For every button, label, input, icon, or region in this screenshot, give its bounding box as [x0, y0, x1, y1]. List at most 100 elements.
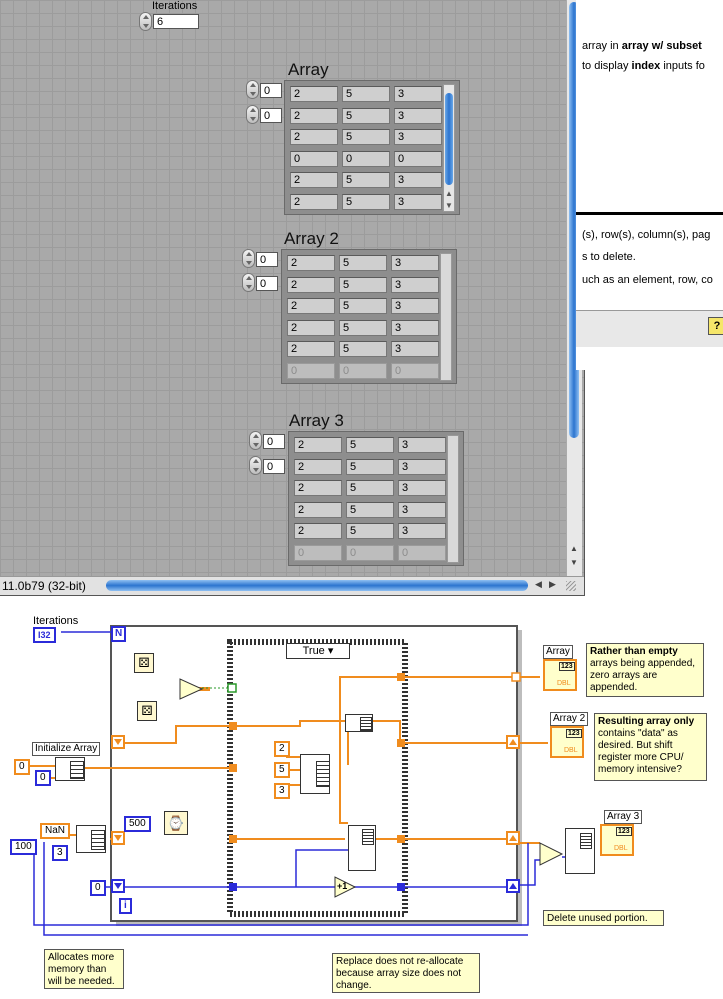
random-number-icon[interactable]: ⚄ [134, 653, 154, 673]
array-cell[interactable]: 2 [290, 129, 338, 145]
array-cell[interactable]: 3 [398, 458, 446, 475]
init-element-constant[interactable]: 0 [14, 759, 30, 775]
array-cell[interactable]: 2 [287, 298, 335, 314]
iterations-input[interactable]: 6 [153, 14, 199, 29]
array-cell[interactable]: 5 [339, 341, 387, 357]
array-cell[interactable]: 3 [394, 172, 442, 188]
array-cell[interactable]: 5 [339, 319, 387, 336]
array-cell[interactable]: 5 [342, 172, 390, 188]
array-cell[interactable]: 5 [342, 193, 390, 210]
array-cell[interactable]: 2 [287, 341, 335, 357]
array-cell[interactable]: 5 [342, 86, 390, 102]
array-index0-stepper[interactable] [246, 80, 259, 99]
i32-terminal[interactable]: I32 [33, 627, 56, 643]
array-cell[interactable]: 3 [394, 107, 442, 124]
array-cell[interactable]: 5 [339, 255, 387, 271]
array-cell[interactable]: 5 [339, 298, 387, 314]
array2-index1-input[interactable]: 0 [256, 276, 278, 291]
size-3-constant[interactable]: 3 [52, 845, 68, 861]
size-100-constant[interactable]: 100 [10, 839, 37, 855]
array3-index1-stepper[interactable] [249, 456, 262, 475]
array-cell[interactable]: 2 [294, 458, 342, 475]
initialize-array-2d-node[interactable] [76, 825, 106, 853]
start-index-constant[interactable]: 0 [90, 880, 106, 896]
wait-constant[interactable]: 500 [124, 816, 151, 832]
array-cell[interactable]: 2 [294, 437, 342, 453]
array-cell[interactable]: 5 [346, 523, 394, 539]
horizontal-scroll-thumb[interactable] [106, 580, 528, 591]
array-cell[interactable]: 0 [346, 544, 394, 561]
array-cell[interactable]: 2 [290, 193, 338, 210]
array-scroll-thumb[interactable] [445, 93, 453, 185]
loop-iteration-terminal[interactable]: i [119, 898, 132, 914]
window-scroll-up-icon[interactable]: ▲ [570, 544, 578, 553]
array-cell[interactable]: 2 [290, 86, 338, 102]
array-cell[interactable]: 5 [339, 276, 387, 293]
array-index0-input[interactable]: 0 [260, 83, 282, 98]
help-question-icon[interactable]: ? [708, 317, 723, 335]
array-index1-input[interactable]: 0 [260, 108, 282, 123]
const-2[interactable]: 2 [274, 741, 290, 757]
array-cell[interactable]: 2 [294, 501, 342, 518]
array-cell[interactable]: 3 [391, 319, 439, 336]
array2-scrollbar[interactable] [440, 253, 452, 381]
loop-count-terminal[interactable]: N [111, 626, 127, 642]
wait-ms-icon[interactable]: ⌚ [164, 811, 188, 835]
resize-grip-icon[interactable] [566, 581, 576, 591]
array3-index0-input[interactable]: 0 [263, 434, 285, 449]
array-cell[interactable]: 3 [394, 129, 442, 145]
array-cell[interactable]: 3 [398, 523, 446, 539]
build-array-node[interactable] [300, 754, 330, 794]
random-number-icon[interactable]: ⚄ [137, 701, 157, 721]
delete-from-array-node[interactable] [565, 828, 595, 874]
array-cell[interactable]: 5 [346, 501, 394, 518]
array-cell[interactable]: 0 [342, 150, 390, 167]
array-cell[interactable]: 5 [342, 107, 390, 124]
array3-index0-stepper[interactable] [249, 431, 262, 450]
array-cell[interactable]: 0 [391, 362, 439, 379]
array3-indicator[interactable]: 123 DBL [600, 824, 634, 856]
iterations-stepper[interactable] [139, 12, 152, 31]
array-cell[interactable]: 3 [398, 501, 446, 518]
array-cell[interactable]: 2 [290, 172, 338, 188]
array-cell[interactable]: 0 [398, 544, 446, 561]
array-cell[interactable]: 0 [290, 150, 338, 167]
array3-index1-input[interactable]: 0 [263, 459, 285, 474]
array-cell[interactable]: 3 [398, 480, 446, 496]
initialize-array-node[interactable] [55, 757, 85, 781]
array-cell[interactable]: 0 [339, 362, 387, 379]
array-cell[interactable]: 2 [287, 319, 335, 336]
window-scroll-down-icon[interactable]: ▼ [570, 558, 578, 567]
array-scrollbar[interactable]: ▲ ▼ [443, 84, 455, 212]
array-cell[interactable]: 0 [287, 362, 335, 379]
insert-into-array-node[interactable] [345, 714, 373, 732]
scroll-up-arrow-icon[interactable]: ▲ [445, 189, 453, 198]
array-cell[interactable]: 3 [394, 193, 442, 210]
array-indicator[interactable]: 123 DBL [543, 659, 577, 691]
array-cell[interactable]: 2 [290, 107, 338, 124]
array-cell[interactable]: 3 [391, 255, 439, 271]
const-5[interactable]: 5 [274, 762, 290, 778]
array2-indicator[interactable]: 123 DBL [550, 726, 584, 758]
array-cell[interactable]: 2 [287, 276, 335, 293]
scroll-left-icon[interactable]: ◀ [535, 579, 542, 590]
init-size-constant[interactable]: 0 [35, 770, 51, 786]
array-cell[interactable]: 3 [398, 437, 446, 453]
array-cell[interactable]: 5 [346, 437, 394, 453]
array-cell[interactable]: 3 [391, 341, 439, 357]
scroll-right-icon[interactable]: ▶ [549, 579, 556, 590]
array-cell[interactable]: 3 [394, 86, 442, 102]
array-cell[interactable]: 3 [391, 276, 439, 293]
array-cell[interactable]: 0 [394, 150, 442, 167]
array-cell[interactable]: 2 [287, 255, 335, 271]
array-cell[interactable]: 5 [346, 480, 394, 496]
array2-index1-stepper[interactable] [242, 273, 255, 292]
nan-constant[interactable]: NaN [40, 823, 71, 839]
replace-array-subset-node[interactable] [348, 825, 376, 871]
const-3[interactable]: 3 [274, 783, 290, 799]
scroll-down-arrow-icon[interactable]: ▼ [445, 201, 453, 210]
array2-index0-stepper[interactable] [242, 249, 255, 268]
array-cell[interactable]: 0 [294, 544, 342, 561]
array-cell[interactable]: 5 [342, 129, 390, 145]
array2-index0-input[interactable]: 0 [256, 252, 278, 267]
